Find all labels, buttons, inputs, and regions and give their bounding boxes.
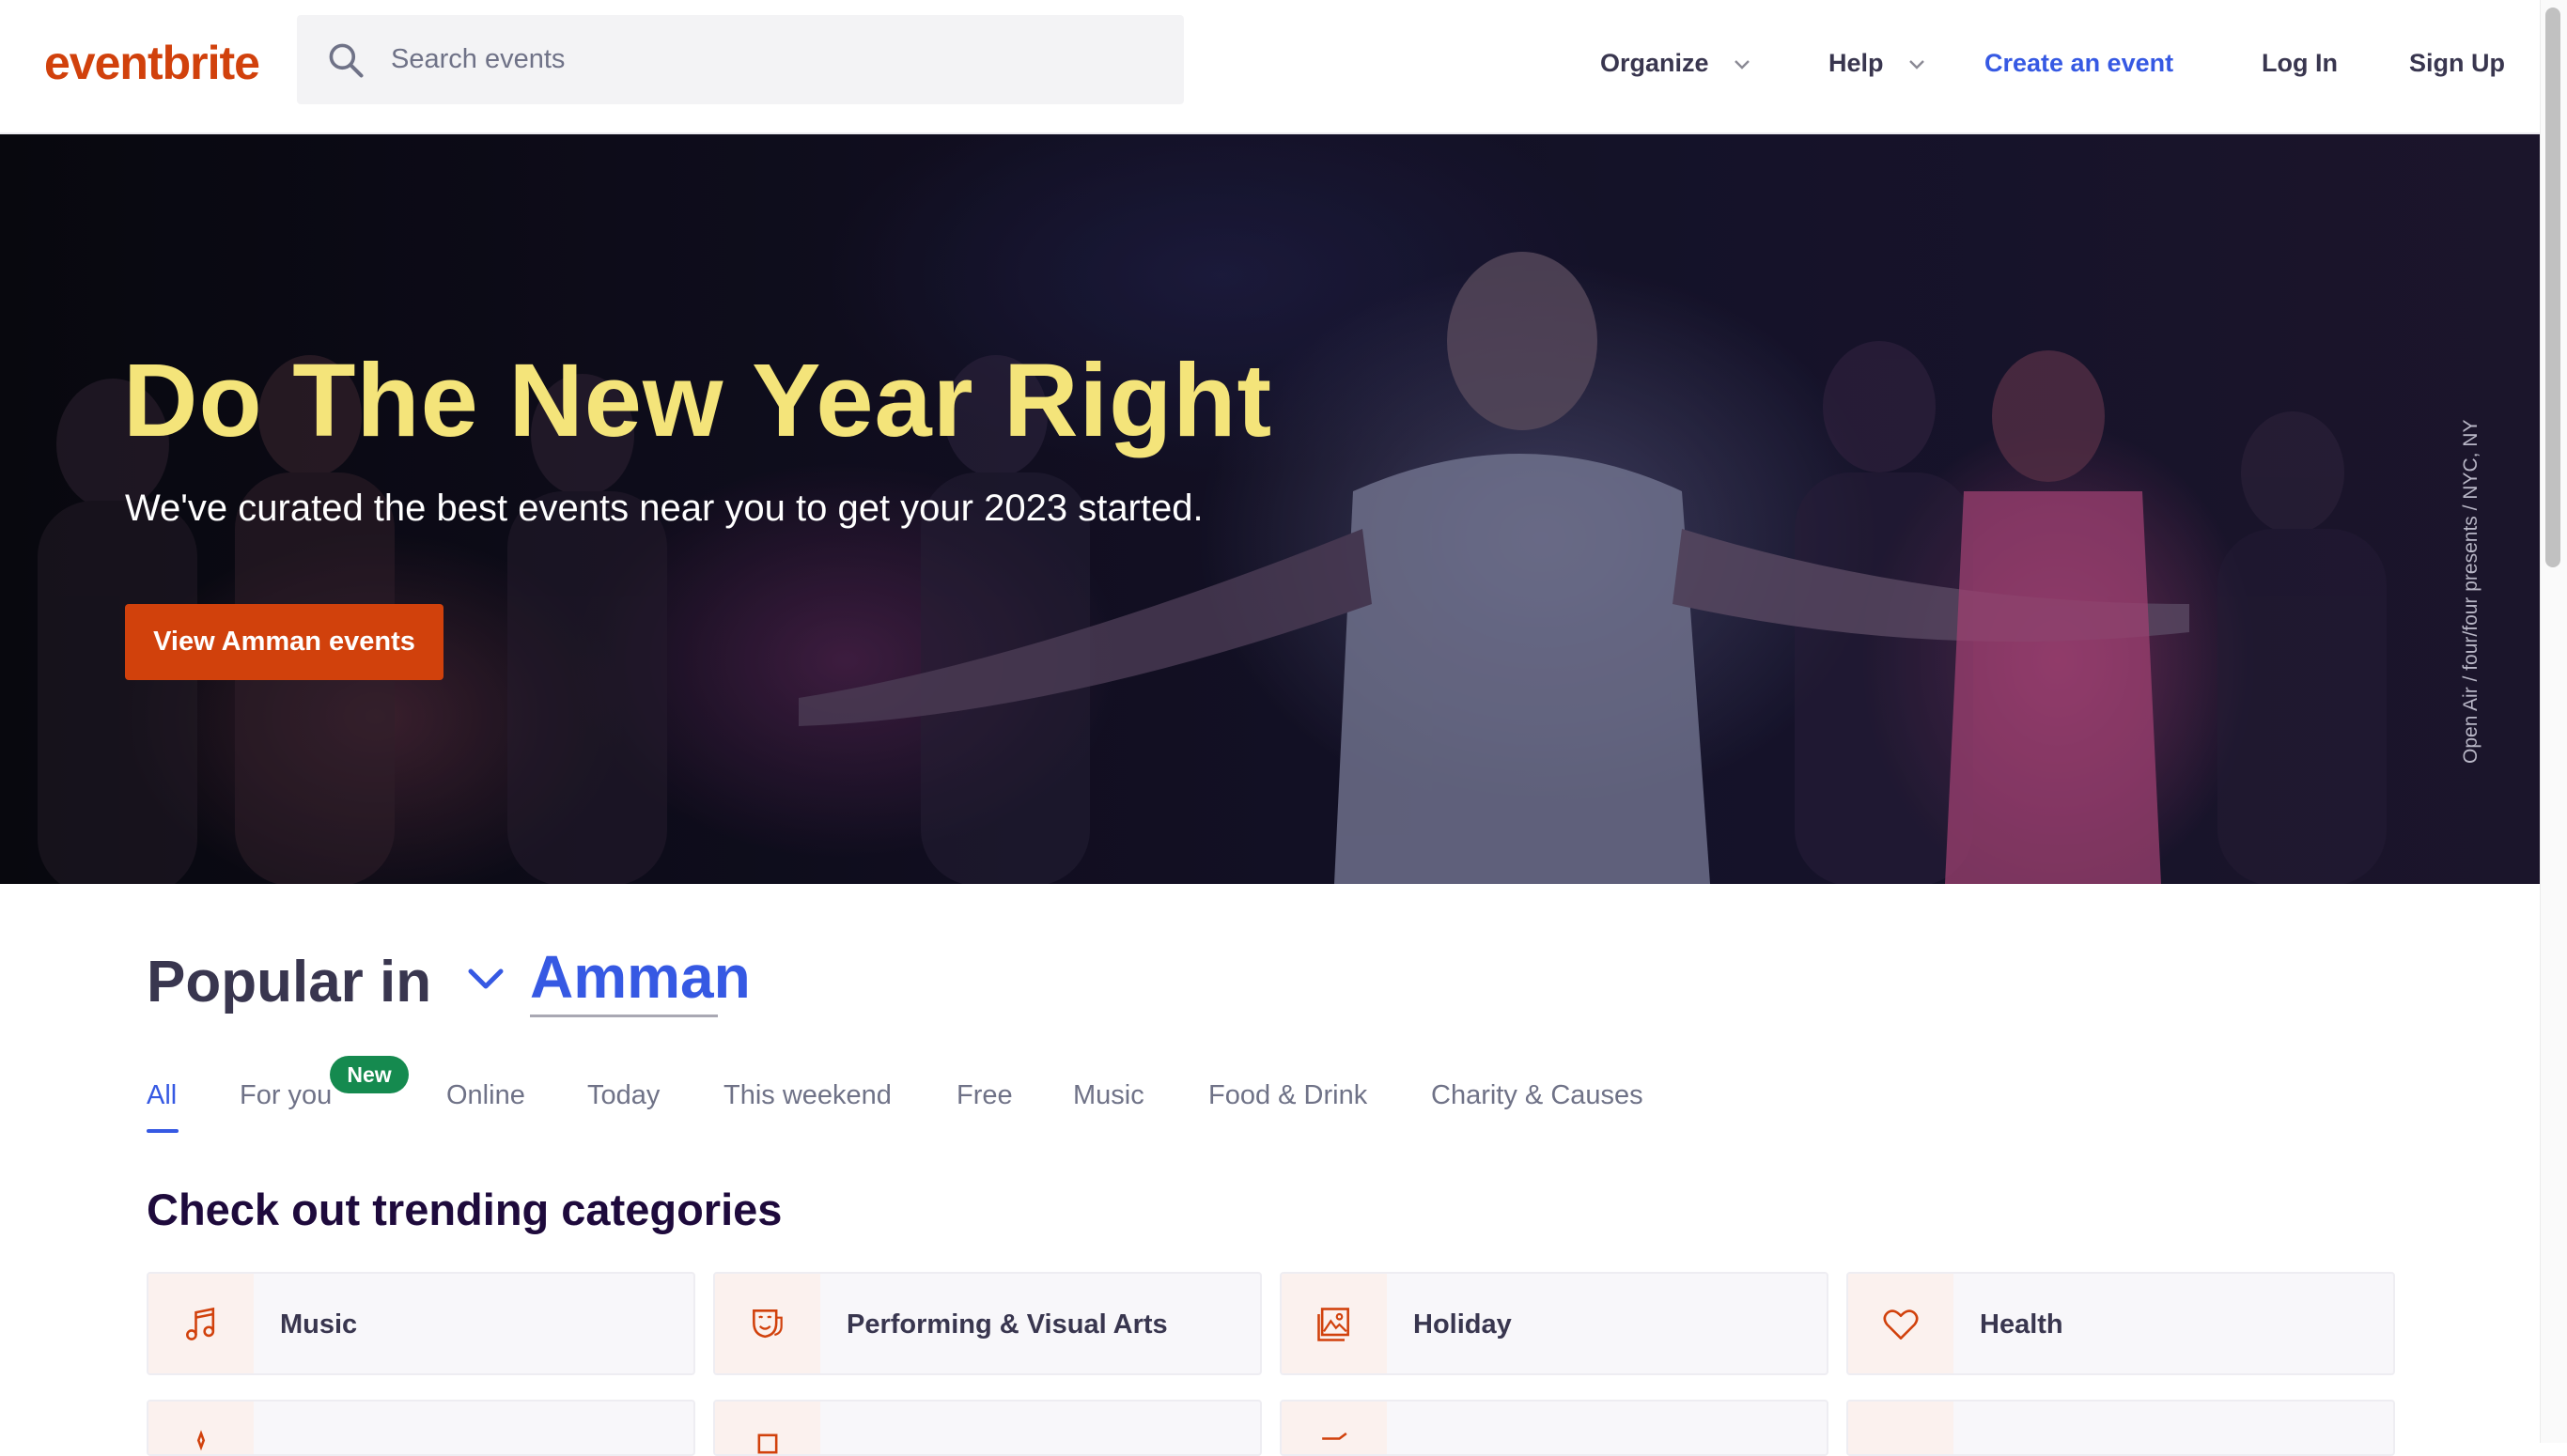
category-label: Holiday xyxy=(1413,1309,1512,1340)
view-amman-events-button[interactable]: View Amman events xyxy=(125,604,443,680)
chevron-down-icon[interactable] xyxy=(466,966,506,992)
popular-in-label: Popular in xyxy=(147,950,432,1015)
category-label: Performing & Visual Arts xyxy=(847,1309,1168,1340)
tab-food-drink[interactable]: Food & Drink xyxy=(1208,1080,1367,1111)
new-badge: New xyxy=(330,1056,409,1093)
city-selector[interactable]: Amman xyxy=(530,942,751,1012)
picture-frame-icon xyxy=(1317,1308,1349,1341)
category-icon xyxy=(757,1433,778,1454)
search-bar[interactable] xyxy=(297,15,1184,104)
category-card[interactable] xyxy=(1846,1400,2395,1456)
organize-label: Organize xyxy=(1600,49,1709,77)
organize-menu[interactable]: Organize xyxy=(1600,49,1751,78)
city-selector-underline xyxy=(530,1015,718,1017)
create-event-link[interactable]: Create an event xyxy=(1984,49,2173,78)
tab-online[interactable]: Online xyxy=(446,1080,525,1111)
scrollbar-thumb[interactable] xyxy=(2545,8,2560,567)
search-icon xyxy=(329,43,364,78)
category-card-holiday[interactable]: Holiday xyxy=(1280,1272,1828,1375)
music-note-icon xyxy=(186,1307,215,1340)
category-card[interactable] xyxy=(147,1400,695,1456)
login-link[interactable]: Log In xyxy=(2262,49,2338,78)
category-icon xyxy=(1322,1432,1347,1440)
theater-mask-icon xyxy=(753,1309,783,1339)
tab-today[interactable]: Today xyxy=(587,1080,660,1111)
photo-credit: Open Air / four/four presents / NYC, NY xyxy=(2460,419,2481,765)
chevron-down-icon xyxy=(1909,60,1924,70)
category-card[interactable] xyxy=(1280,1400,1828,1456)
tab-free[interactable]: Free xyxy=(957,1080,1013,1111)
category-label: Music xyxy=(280,1309,358,1340)
category-card-music[interactable]: Music xyxy=(147,1272,695,1375)
tab-charity-causes[interactable]: Charity & Causes xyxy=(1431,1080,1643,1111)
tab-for-you[interactable]: For you xyxy=(240,1080,332,1111)
signup-link[interactable]: Sign Up xyxy=(2409,49,2505,78)
category-card-performing-visual-arts[interactable]: Performing & Visual Arts xyxy=(713,1272,1262,1375)
tab-music[interactable]: Music xyxy=(1073,1080,1144,1111)
eventbrite-logo[interactable]: eventbrite xyxy=(44,36,260,90)
category-card[interactable] xyxy=(713,1400,1262,1456)
hero-subtitle: We've curated the best events near you t… xyxy=(125,488,1204,529)
chevron-down-icon xyxy=(1735,60,1750,70)
help-label: Help xyxy=(1828,49,1884,77)
category-label: Health xyxy=(1980,1309,2063,1340)
hero-title: Do The New Year Right xyxy=(123,343,1273,458)
help-menu[interactable]: Help xyxy=(1828,49,1926,78)
tab-this-weekend[interactable]: This weekend xyxy=(723,1080,892,1111)
hero-banner: Do The New Year Right We've curated the … xyxy=(0,134,2540,884)
active-tab-indicator xyxy=(147,1129,179,1133)
top-navigation-bar: eventbrite Organize Help Create an event… xyxy=(0,0,2540,134)
category-card-health[interactable]: Health xyxy=(1846,1272,2395,1375)
category-icon xyxy=(196,1430,206,1451)
heart-icon xyxy=(1883,1309,1919,1340)
trending-categories-title: Check out trending categories xyxy=(147,1185,783,1234)
search-input[interactable] xyxy=(391,15,1161,104)
tab-all[interactable]: All xyxy=(147,1080,177,1111)
